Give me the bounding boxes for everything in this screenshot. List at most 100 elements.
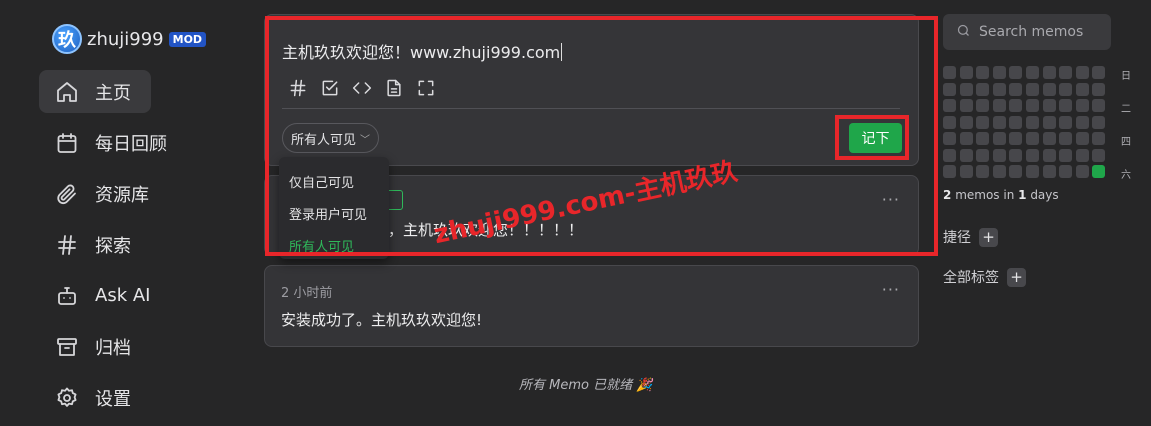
heatmap-cell[interactable] xyxy=(1092,165,1106,178)
heatmap-cell[interactable] xyxy=(1009,82,1023,96)
heatmap-row xyxy=(943,99,1109,116)
heatmap-cell[interactable] xyxy=(976,82,990,96)
heatmap-cell[interactable] xyxy=(943,165,956,178)
heatmap-cell[interactable] xyxy=(1092,115,1106,129)
memo-editor-input[interactable]: 主机玖玖欢迎您！www.zhuji999.com xyxy=(282,39,563,63)
heatmap-cell[interactable] xyxy=(1025,148,1039,162)
heatmap-cell[interactable] xyxy=(1009,132,1023,145)
heatmap-cell[interactable] xyxy=(1059,115,1073,129)
heatmap-cell[interactable] xyxy=(1009,115,1023,129)
heatmap-cell[interactable] xyxy=(1025,165,1039,178)
heatmap-cell[interactable] xyxy=(976,66,990,79)
sidebar-item-resources[interactable]: 资源库 xyxy=(39,172,151,215)
visibility-option-protected[interactable]: 登录用户可见 xyxy=(279,197,389,229)
heatmap-cell[interactable] xyxy=(943,115,956,129)
heatmap-cell[interactable] xyxy=(976,115,990,129)
heatmap-cell[interactable] xyxy=(1042,66,1056,79)
sidebar-item-label: 探索 xyxy=(95,235,131,257)
heatmap-cell[interactable] xyxy=(959,66,973,79)
heatmap-cell[interactable] xyxy=(1059,132,1073,145)
heatmap-cell[interactable] xyxy=(1042,165,1056,178)
heatmap-cell[interactable] xyxy=(1059,99,1073,112)
heatmap-cell[interactable] xyxy=(992,82,1006,96)
hash-icon[interactable] xyxy=(287,77,309,99)
search-box[interactable] xyxy=(943,14,1111,50)
heatmap-cell[interactable] xyxy=(992,148,1006,162)
heatmap-cell[interactable] xyxy=(943,99,956,112)
heatmap-cell[interactable] xyxy=(1009,66,1023,79)
heatmap-cell[interactable] xyxy=(943,82,956,96)
heatmap-cell[interactable] xyxy=(1059,82,1073,96)
sidebar-item-home[interactable]: 主页 xyxy=(39,70,151,113)
heatmap-cell[interactable] xyxy=(976,165,990,178)
more-icon[interactable]: ··· xyxy=(882,190,900,209)
heatmap-cell[interactable] xyxy=(1042,115,1056,129)
save-button[interactable]: 记下 xyxy=(849,123,902,153)
user-profile[interactable]: 玖 zhuji999 MOD xyxy=(52,24,207,54)
sidebar-item-daily-review[interactable]: 每日回顾 xyxy=(39,121,167,164)
visibility-option-public[interactable]: 所有人可见 xyxy=(279,229,389,261)
heatmap-cell[interactable] xyxy=(992,99,1006,112)
heatmap-cell[interactable] xyxy=(1025,132,1039,145)
checkbox-icon[interactable] xyxy=(319,77,341,99)
heatmap-cell[interactable] xyxy=(992,115,1006,129)
heatmap-cell[interactable] xyxy=(1092,82,1106,96)
heatmap-cell[interactable] xyxy=(1092,132,1106,145)
heatmap-cell[interactable] xyxy=(1075,132,1089,145)
heatmap-cell[interactable] xyxy=(1025,99,1039,112)
heatmap-cell[interactable] xyxy=(1009,165,1023,178)
heatmap-cell[interactable] xyxy=(1092,99,1106,112)
document-icon[interactable] xyxy=(383,77,405,99)
heatmap-cell[interactable] xyxy=(959,82,973,96)
add-shortcut-button[interactable]: + xyxy=(979,227,998,247)
heatmap-cell[interactable] xyxy=(976,132,990,145)
weekday-label: 六 xyxy=(1121,170,1131,181)
heatmap-cell[interactable] xyxy=(959,115,973,129)
heatmap-cell[interactable] xyxy=(1059,148,1073,162)
heatmap-cell[interactable] xyxy=(1042,99,1056,112)
heatmap-cell[interactable] xyxy=(976,99,990,112)
heatmap-cell[interactable] xyxy=(1075,82,1089,96)
heatmap-cell[interactable] xyxy=(1075,148,1089,162)
sidebar-item-settings[interactable]: 设置 xyxy=(39,376,151,419)
heatmap-cell[interactable] xyxy=(959,132,973,145)
heatmap-cell[interactable] xyxy=(1075,165,1089,178)
heatmap-cell[interactable] xyxy=(943,66,956,79)
heatmap-cell[interactable] xyxy=(1075,115,1089,129)
heatmap-cell[interactable] xyxy=(1009,99,1023,112)
heatmap-cell[interactable] xyxy=(1042,132,1056,145)
memo-editor[interactable]: 主机玖玖欢迎您！www.zhuji999.com 所有人可见 ﹀ 记下 xyxy=(264,14,919,166)
heatmap-cell[interactable] xyxy=(943,148,956,162)
add-tag-button[interactable]: + xyxy=(1007,267,1026,287)
heatmap-cell[interactable] xyxy=(1025,115,1039,129)
heatmap-cell[interactable] xyxy=(959,99,973,112)
search-input[interactable] xyxy=(979,24,1109,40)
visibility-option-private[interactable]: 仅自己可见 xyxy=(279,165,389,197)
heatmap-cell[interactable] xyxy=(1075,99,1089,112)
heatmap-cell[interactable] xyxy=(1025,82,1039,96)
more-icon[interactable]: ··· xyxy=(882,280,900,299)
heatmap-cell[interactable] xyxy=(1092,66,1106,79)
heatmap-cell[interactable] xyxy=(1025,66,1039,79)
heatmap-cell[interactable] xyxy=(992,165,1006,178)
visibility-select[interactable]: 所有人可见 ﹀ xyxy=(282,123,380,153)
avatar[interactable]: 玖 xyxy=(52,24,82,54)
heatmap-cell[interactable] xyxy=(1042,148,1056,162)
heatmap-cell[interactable] xyxy=(943,132,956,145)
heatmap-cell[interactable] xyxy=(1059,165,1073,178)
heatmap-cell[interactable] xyxy=(1075,66,1089,79)
sidebar-item-archive[interactable]: 归档 xyxy=(39,325,151,368)
heatmap-cell[interactable] xyxy=(1059,66,1073,79)
heatmap-cell[interactable] xyxy=(959,165,973,178)
heatmap-cell[interactable] xyxy=(1009,148,1023,162)
heatmap-cell[interactable] xyxy=(1092,148,1106,162)
heatmap-cell[interactable] xyxy=(976,148,990,162)
sidebar-item-explore[interactable]: 探索 xyxy=(39,223,151,266)
heatmap-cell[interactable] xyxy=(1042,82,1056,96)
fullscreen-icon[interactable] xyxy=(415,77,437,99)
heatmap-cell[interactable] xyxy=(992,132,1006,145)
heatmap-cell[interactable] xyxy=(959,148,973,162)
sidebar-item-ask-ai[interactable]: Ask AI xyxy=(39,274,151,317)
code-icon[interactable] xyxy=(351,77,373,99)
heatmap-cell[interactable] xyxy=(992,66,1006,79)
